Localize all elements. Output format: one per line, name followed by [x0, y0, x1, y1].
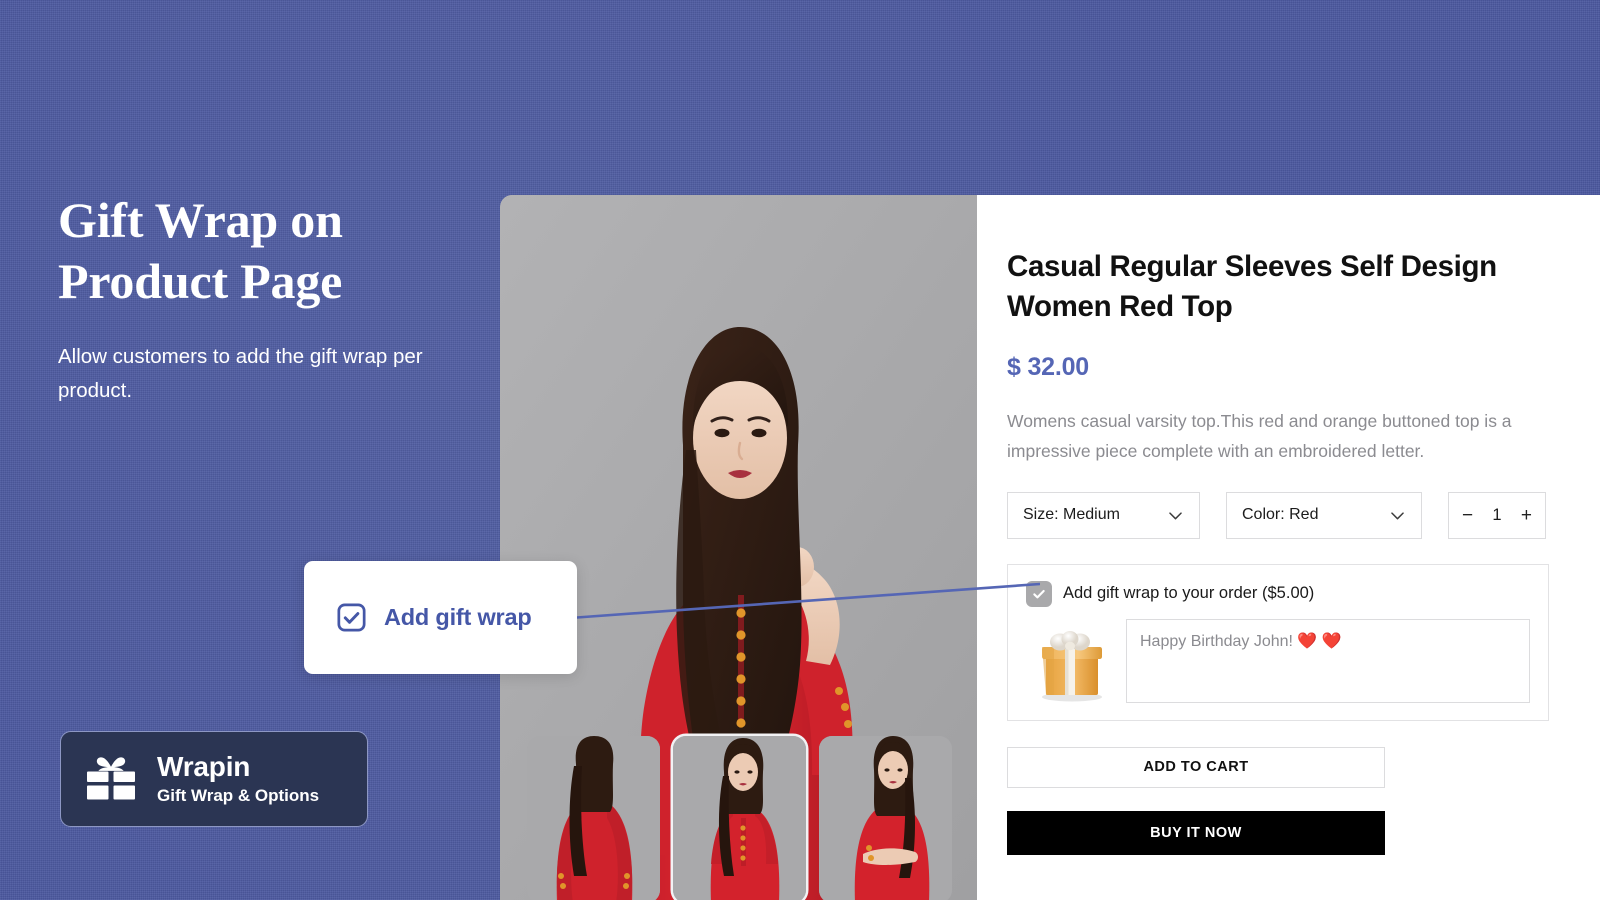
product-title: Casual Regular Sleeves Self Design Women… [1007, 250, 1497, 324]
chevron-down-icon [1169, 512, 1182, 520]
product-info-panel: Casual Regular Sleeves Self Design Women… [977, 195, 1600, 900]
size-select-label: Size: Medium [1023, 506, 1120, 524]
badge-subtitle: Gift Wrap & Options [157, 785, 320, 805]
thumbnail-side-view-image [819, 736, 952, 900]
gift-wrap-body [1026, 618, 1530, 703]
quantity-increase-button[interactable]: + [1521, 506, 1532, 525]
gift-box-icon [1042, 630, 1102, 702]
promo-column: Gift Wrap on Product Page Allow customer… [58, 190, 498, 409]
buy-it-now-button[interactable]: BUY IT NOW [1007, 810, 1385, 855]
add-to-cart-button[interactable]: ADD TO CART [1007, 746, 1385, 788]
thumbnail-back-view-image [527, 736, 660, 900]
color-select[interactable]: Color: Red [1226, 491, 1422, 539]
gift-wrap-checkbox[interactable] [1026, 580, 1052, 607]
quantity-decrease-button[interactable]: − [1462, 506, 1473, 525]
checkbox-checked-icon [337, 603, 366, 632]
promo-subhead: Allow customers to add the gift wrap per… [58, 345, 423, 403]
product-thumbnail[interactable] [527, 736, 660, 900]
thumbnail-front-view-image [673, 736, 806, 900]
gift-wrap-panel: Add gift wrap to your order ($5.00) [1007, 563, 1549, 721]
color-select-label: Color: Red [1242, 506, 1319, 524]
product-description: Womens casual varsity top.This red and o… [1007, 411, 1512, 462]
gift-message-input[interactable] [1126, 618, 1530, 703]
quantity-value: 1 [1492, 505, 1502, 524]
product-media-panel [500, 195, 977, 900]
badge-title: Wrapin [157, 751, 251, 783]
gift-icon [87, 757, 135, 800]
gift-wrap-checkbox-row[interactable]: Add gift wrap to your order ($5.00) [1026, 580, 1530, 607]
product-thumbnail[interactable] [673, 736, 806, 900]
product-card: Casual Regular Sleeves Self Design Women… [500, 195, 1600, 900]
promo-headline-line2: Product Page [58, 253, 343, 309]
product-options-row: Size: Medium Color: Red − 1 + [1007, 491, 1600, 539]
product-thumbnail-strip[interactable] [527, 736, 952, 900]
promo-headline-line1: Gift Wrap on [58, 192, 343, 248]
promo-headline: Gift Wrap on Product Page [58, 190, 498, 312]
add-gift-wrap-callout[interactable]: Add gift wrap [304, 561, 577, 674]
wrapin-badge: Wrapin Gift Wrap & Options [60, 731, 368, 827]
chevron-down-icon [1391, 512, 1404, 520]
product-thumbnail[interactable] [819, 736, 952, 900]
product-price: $ 32.00 [1007, 353, 1090, 382]
gift-wrap-checkbox-label: Add gift wrap to your order ($5.00) [1063, 584, 1315, 603]
size-select[interactable]: Size: Medium [1007, 491, 1200, 539]
quantity-stepper[interactable]: − 1 + [1448, 491, 1546, 539]
callout-label: Add gift wrap [384, 604, 532, 630]
check-icon [1033, 589, 1045, 599]
